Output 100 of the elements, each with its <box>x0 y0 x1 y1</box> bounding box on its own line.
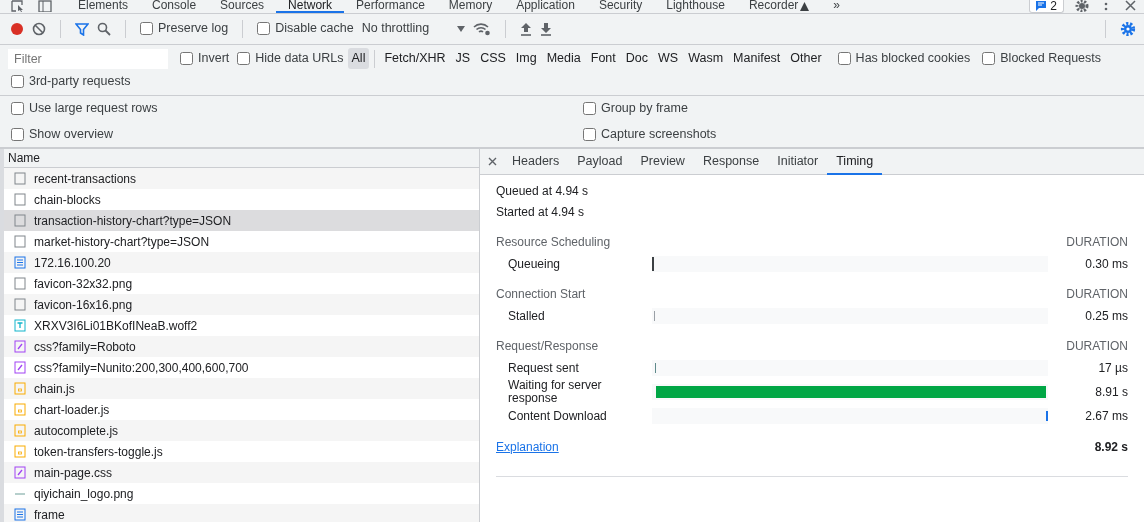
settings-icon[interactable] <box>1074 0 1090 13</box>
checkbox-label[interactable]: Group by frame <box>601 99 688 119</box>
request-row[interactable]: autocomplete.js <box>4 420 479 442</box>
download-icon[interactable] <box>540 21 553 36</box>
request-row[interactable]: frame <box>4 504 479 522</box>
phase-label: Content Download <box>507 409 608 423</box>
type-filter[interactable]: WS <box>654 48 683 70</box>
type-filter[interactable]: Media <box>542 48 585 70</box>
checkbox-label[interactable]: Disable cache <box>275 19 354 39</box>
request-row[interactable]: qiyichain_logo.png <box>4 483 479 505</box>
checkbox-label[interactable]: Use large request rows <box>29 99 158 119</box>
request-row[interactable]: css?family=Roboto <box>4 336 479 358</box>
request-row[interactable]: css?family=Nunito:200,300,400,600,700 <box>4 357 479 379</box>
request-row[interactable]: favicon-32x32.png <box>4 273 479 295</box>
type-filter[interactable]: All <box>347 48 370 70</box>
detail-tab[interactable]: Initiator <box>768 149 828 175</box>
checkbox-label[interactable]: Preserve log <box>158 19 229 39</box>
detail-tab[interactable]: Headers <box>503 149 569 175</box>
checkbox[interactable] <box>982 52 996 66</box>
more-options-icon[interactable] <box>1104 0 1108 13</box>
detail-tab[interactable]: Timing <box>827 149 883 175</box>
checkbox-label[interactable]: Show overview <box>29 125 114 144</box>
type-filter[interactable]: Img <box>511 48 541 70</box>
checkbox[interactable] <box>11 128 24 142</box>
record-icon[interactable] <box>10 21 24 36</box>
panel-tab[interactable]: Performance <box>344 0 437 13</box>
checkbox[interactable] <box>11 102 24 116</box>
panel-tab[interactable]: Lighthouse <box>654 0 737 13</box>
filter-icon[interactable] <box>75 21 89 36</box>
type-filter[interactable]: Font <box>586 48 620 70</box>
upload-icon[interactable] <box>520 21 533 36</box>
settings-icon[interactable] <box>1120 20 1136 37</box>
request-row[interactable]: recent-transactions <box>4 168 479 190</box>
panel-tab[interactable]: Application <box>504 0 587 13</box>
request-row[interactable]: chain-blocks <box>4 189 479 211</box>
panel-tab[interactable]: Recorder <box>736 0 811 13</box>
request-row[interactable]: chain.js <box>4 378 479 400</box>
request-row[interactable]: token-transfers-toggle.js <box>4 441 479 463</box>
type-filter[interactable]: Fetch/XHR <box>380 48 450 70</box>
issues-button[interactable]: 2 <box>1029 0 1064 13</box>
checkbox-label[interactable]: Invert <box>198 49 230 69</box>
phase-duration: 0.30 ms <box>1084 256 1128 274</box>
panel-tab[interactable]: Console <box>140 0 209 13</box>
checkbox[interactable] <box>140 22 153 36</box>
request-row[interactable]: main-page.css <box>4 462 479 484</box>
section-title: Connection Start <box>496 286 586 303</box>
total-duration: 8.92 s <box>1094 439 1128 457</box>
checkbox-label[interactable]: 3rd-party requests <box>29 72 131 92</box>
document-icon <box>14 508 26 522</box>
checkbox-label[interactable]: Hide data URLs <box>255 49 344 69</box>
request-row[interactable]: 172.16.100.20 <box>4 252 479 274</box>
checkbox-label[interactable]: Has blocked cookies <box>855 49 971 69</box>
type-filter[interactable]: Manifest <box>729 48 785 70</box>
column-header[interactable]: Name <box>8 149 40 168</box>
checkbox[interactable] <box>11 75 24 89</box>
panel-tab[interactable]: Elements <box>66 0 141 13</box>
document-icon <box>14 256 26 270</box>
type-filter[interactable]: Doc <box>621 48 652 70</box>
detail-tab[interactable]: Payload <box>568 149 632 175</box>
checkbox[interactable] <box>583 128 596 142</box>
panel-tab[interactable]: Security <box>586 0 655 13</box>
type-filter[interactable]: Wasm <box>684 48 728 70</box>
panel-tab[interactable]: Memory <box>436 0 505 13</box>
checkbox-label[interactable]: Blocked Requests <box>1000 49 1102 69</box>
phase-label: Waiting for server response <box>507 379 603 406</box>
clear-icon[interactable] <box>32 21 46 36</box>
checkbox[interactable] <box>180 52 193 66</box>
panel-tab[interactable]: Sources <box>208 0 277 13</box>
checkbox[interactable] <box>837 52 851 66</box>
queued-time: Queued at 4.94 s <box>496 183 590 200</box>
checkbox[interactable] <box>257 22 271 36</box>
phase-label: Stalled <box>507 309 546 323</box>
checkbox[interactable] <box>583 102 596 116</box>
filter-field[interactable]: Filter <box>8 48 168 69</box>
request-row[interactable]: transaction-history-chart?type=JSON <box>4 210 479 232</box>
request-row[interactable]: chart-loader.js <box>4 399 479 421</box>
detail-tab[interactable]: Preview <box>631 149 694 175</box>
type-filter[interactable]: JS <box>451 48 475 70</box>
detail-tab[interactable]: Response <box>693 149 769 175</box>
explanation-link[interactable]: Explanation <box>496 438 559 457</box>
inspect-icon[interactable] <box>10 0 26 13</box>
request-row[interactable]: market-history-chart?type=JSON <box>4 231 479 253</box>
search-icon[interactable] <box>97 21 111 36</box>
script-file-icon <box>14 382 26 396</box>
throttling-dropdown[interactable]: No throttling <box>361 19 466 39</box>
file-icon <box>14 235 26 249</box>
request-row[interactable]: XRXV3I6Li01BKofINeaB.woff2 <box>4 315 479 337</box>
more-tabs-button[interactable]: » <box>821 0 852 13</box>
network-conditions-icon[interactable] <box>473 21 492 36</box>
type-filter[interactable]: Other <box>786 48 826 70</box>
device-toolbar-icon[interactable] <box>38 0 52 13</box>
request-row[interactable]: favicon-16x16.png <box>4 294 479 316</box>
file-icon <box>14 172 26 186</box>
checkbox-label[interactable]: Capture screenshots <box>601 125 717 144</box>
script-file-icon <box>14 403 26 417</box>
checkbox[interactable] <box>237 52 251 66</box>
close-icon[interactable] <box>488 157 497 167</box>
type-filter[interactable]: CSS <box>476 48 510 70</box>
flask-icon <box>800 1 810 11</box>
close-icon[interactable] <box>1124 0 1136 13</box>
